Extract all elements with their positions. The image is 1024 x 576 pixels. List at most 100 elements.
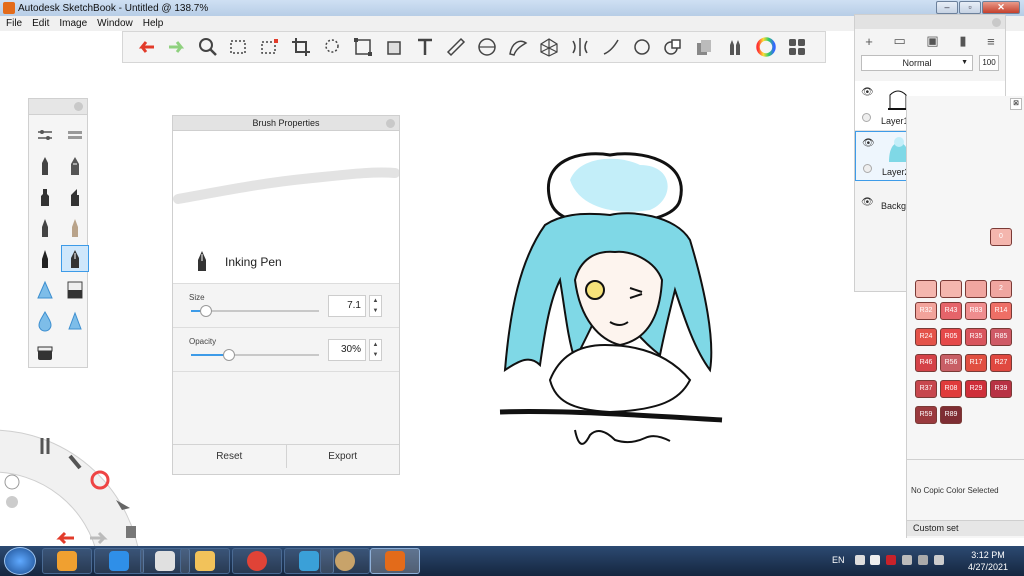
distort-icon[interactable] xyxy=(350,34,376,60)
shape-icon[interactable] xyxy=(660,34,686,60)
symmetry-icon[interactable] xyxy=(567,34,593,60)
ballpoint-pen-brush-icon[interactable] xyxy=(61,152,89,179)
copic-swatch[interactable]: R14 xyxy=(990,302,1012,320)
eraser-brush-icon[interactable] xyxy=(61,276,89,303)
tray-antivirus-icon[interactable] xyxy=(886,555,896,565)
copic-swatch-partial[interactable] xyxy=(965,280,987,298)
pencil-brush-icon[interactable] xyxy=(31,152,59,179)
brush-tool-icon[interactable] xyxy=(31,214,59,241)
tray-network-icon[interactable] xyxy=(902,555,912,565)
opacity-value-field[interactable]: 30% xyxy=(328,339,366,361)
ellipse-guide-icon[interactable] xyxy=(474,34,500,60)
circle-icon[interactable] xyxy=(629,34,655,60)
opacity-slider-handle[interactable] xyxy=(223,349,235,361)
blend-mode-select[interactable]: Normal ▼ xyxy=(861,55,973,71)
chisel-marker-brush-icon[interactable] xyxy=(61,183,89,210)
text-icon[interactable] xyxy=(412,34,438,60)
lagoon-radial-menu[interactable] xyxy=(0,418,160,558)
marker-brush-icon[interactable] xyxy=(31,183,59,210)
size-slider-handle[interactable] xyxy=(200,305,212,317)
copic-swatch[interactable]: R56 xyxy=(940,354,962,372)
paint-palette-icon[interactable] xyxy=(320,548,370,574)
brush-library-icon[interactable] xyxy=(722,34,748,60)
copic-swatch-partial[interactable] xyxy=(940,280,962,298)
maximize-button[interactable]: ▫ xyxy=(959,1,981,14)
add-group-icon[interactable]: ▭ xyxy=(894,33,906,49)
line-icon[interactable] xyxy=(598,34,624,60)
tray-volume-icon[interactable] xyxy=(934,555,944,565)
bucket-fill-icon[interactable] xyxy=(381,34,407,60)
tray-clipboard-icon[interactable] xyxy=(870,555,880,565)
layer-lock-toggle[interactable] xyxy=(862,113,871,122)
selection-icon[interactable] xyxy=(226,34,252,60)
perspective-icon[interactable] xyxy=(536,34,562,60)
layer-menu-icon[interactable]: ≡ xyxy=(987,34,995,49)
add-layer-icon[interactable]: + xyxy=(865,34,873,49)
menu-image[interactable]: Image xyxy=(59,18,87,29)
opacity-slider[interactable] xyxy=(191,349,319,361)
crop-icon[interactable] xyxy=(288,34,314,60)
internet-explorer-icon[interactable] xyxy=(94,548,144,574)
layer-lock-toggle[interactable] xyxy=(863,164,872,173)
ruler-icon[interactable] xyxy=(443,34,469,60)
smudge-brush-icon[interactable] xyxy=(31,276,59,303)
copic-scroll-button[interactable]: ⊠ xyxy=(1010,98,1022,110)
fountain-pen-brush-icon[interactable] xyxy=(61,245,89,272)
menu-file[interactable]: File xyxy=(6,18,22,29)
layer-editor-close-dot[interactable] xyxy=(992,18,1001,27)
eye-icon[interactable]: 👁 xyxy=(861,87,874,98)
copic-swatch[interactable]: R27 xyxy=(990,354,1012,372)
opacity-stepper[interactable]: ▲ ▼ xyxy=(369,339,382,361)
inking-pen-brush-icon[interactable] xyxy=(31,245,59,272)
copic-swatch[interactable]: R08 xyxy=(940,380,962,398)
folder-icon[interactable] xyxy=(180,548,230,574)
clear-layer-icon[interactable]: ▮ xyxy=(959,33,966,49)
copic-swatch[interactable]: R59 xyxy=(915,406,937,424)
minimize-button[interactable]: – xyxy=(936,1,958,14)
system-clock[interactable]: 3:12 PM 4/27/2021 xyxy=(960,549,1016,573)
eye-icon[interactable]: 👁 xyxy=(861,197,874,208)
custom-set-bar[interactable]: Custom set xyxy=(907,520,1024,536)
copic-swatch-partial[interactable] xyxy=(915,280,937,298)
language-indicator[interactable]: EN xyxy=(832,555,845,565)
copic-swatch[interactable]: R83 xyxy=(965,302,987,320)
airbrush-tool-icon[interactable] xyxy=(61,214,89,241)
copic-swatch[interactable]: R46 xyxy=(915,354,937,372)
color-wheel-icon[interactable] xyxy=(753,34,779,60)
copic-swatch-partial[interactable]: 2 xyxy=(990,280,1012,298)
size-slider[interactable] xyxy=(191,305,319,317)
undo-icon[interactable] xyxy=(133,34,159,60)
copic-swatch[interactable]: R85 xyxy=(990,328,1012,346)
chrome-icon[interactable] xyxy=(232,548,282,574)
menu-edit[interactable]: Edit xyxy=(32,18,49,29)
size-stepper[interactable]: ▲ ▼ xyxy=(369,295,382,317)
export-button[interactable]: Export xyxy=(287,445,400,468)
copic-library-icon[interactable] xyxy=(691,34,717,60)
add-image-icon[interactable]: ▣ xyxy=(926,33,938,49)
layer-opacity-field[interactable]: 100 xyxy=(979,55,999,71)
triangle-brush-icon[interactable] xyxy=(61,307,89,334)
layer-editor-icon[interactable] xyxy=(784,34,810,60)
copic-swatch[interactable]: R43 xyxy=(940,302,962,320)
tray-signal-icon[interactable] xyxy=(918,555,928,565)
copic-swatch[interactable]: R24 xyxy=(915,328,937,346)
menu-help[interactable]: Help xyxy=(143,18,164,29)
eye-icon[interactable]: 👁 xyxy=(862,138,875,149)
french-curve-icon[interactable] xyxy=(505,34,531,60)
lasso-select-icon[interactable] xyxy=(319,34,345,60)
palette-close-dot[interactable] xyxy=(74,102,83,111)
copic-swatch[interactable]: R29 xyxy=(965,380,987,398)
crop-selection-icon[interactable] xyxy=(257,34,283,60)
size-value-field[interactable]: 7.1 xyxy=(328,295,366,317)
tray-up-arrow-icon[interactable] xyxy=(855,555,865,565)
canvas-artwork[interactable] xyxy=(490,140,740,470)
zoom-icon[interactable] xyxy=(195,34,221,60)
media-player-icon[interactable] xyxy=(42,548,92,574)
redo-icon[interactable] xyxy=(164,34,190,60)
copic-swatch[interactable]: R35 xyxy=(965,328,987,346)
copic-swatch[interactable]: R89 xyxy=(940,406,962,424)
blur-brush-icon[interactable] xyxy=(31,307,59,334)
brush-properties-close-dot[interactable] xyxy=(386,119,395,128)
copic-swatch[interactable]: R32 xyxy=(915,302,937,320)
copic-swatch[interactable]: R05 xyxy=(940,328,962,346)
